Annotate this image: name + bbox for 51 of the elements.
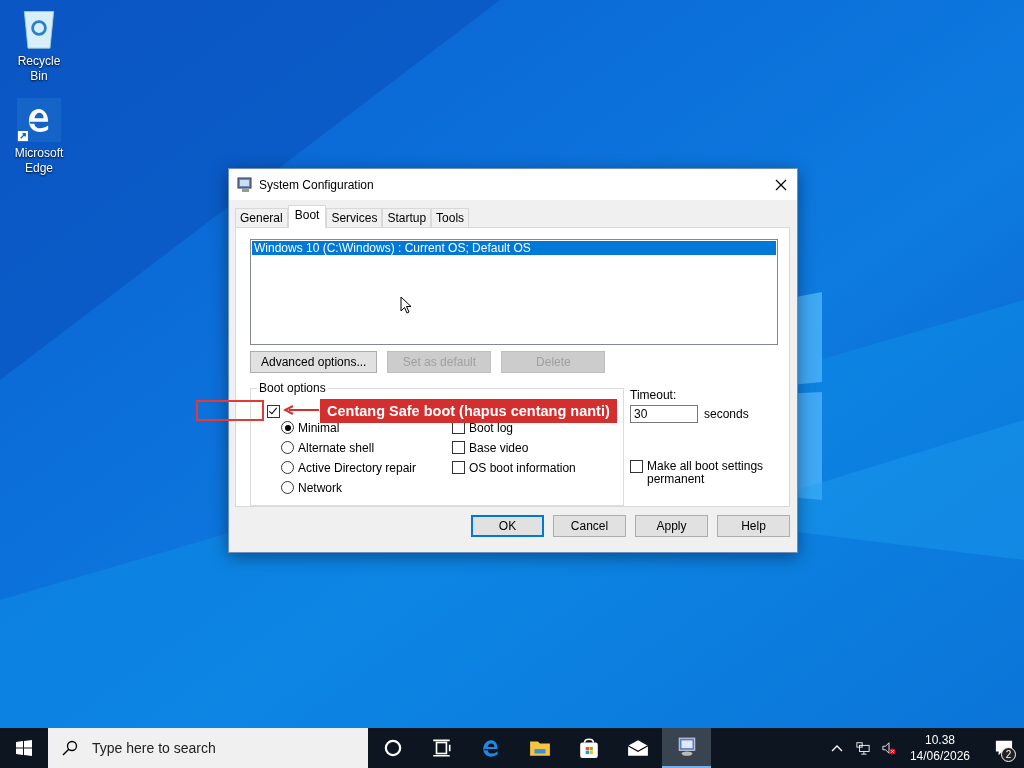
speaker-muted-icon[interactable]: [881, 741, 896, 755]
clock-date[interactable]: 14/06/2026: [909, 748, 970, 764]
checkbox-label[interactable]: Make all boot settings permanent: [647, 460, 767, 486]
radio-label[interactable]: Active Directory repair: [298, 460, 417, 475]
timeout-label: Timeout:: [630, 388, 678, 402]
highlight-rectangle: [196, 400, 264, 421]
window-title: System Configuration: [259, 177, 375, 192]
radio-button[interactable]: [281, 441, 294, 454]
checkbox-label[interactable]: Base video: [469, 440, 529, 455]
dialog-button[interactable]: Help: [717, 515, 790, 537]
shopping-bag-icon: [577, 737, 600, 759]
radio-button[interactable]: [281, 481, 294, 494]
tab[interactable]: Tools: [431, 208, 470, 227]
close-icon[interactable]: [775, 178, 787, 191]
desktop-icon-label[interactable]: Recycle Bin: [9, 54, 69, 84]
tab[interactable]: Boot: [287, 205, 327, 228]
mouse-pointer-icon: [400, 296, 412, 314]
checkbox[interactable]: [630, 460, 643, 473]
checkbox[interactable]: [452, 461, 465, 474]
search-field[interactable]: Type here to search: [48, 728, 368, 768]
list-button[interactable]: Advanced options...: [250, 351, 378, 373]
checkbox-label[interactable]: OS boot information: [469, 460, 576, 475]
annotation-callout: Centang Safe boot (hapus centang nanti): [320, 399, 617, 423]
boot-entry[interactable]: Windows 10 (C:\Windows) : Current OS; Default OS: [252, 241, 776, 255]
radio-button[interactable]: [281, 421, 294, 434]
taskbar-app[interactable]: [662, 728, 711, 768]
tab[interactable]: General: [235, 208, 288, 227]
monitor-icon: [237, 176, 253, 193]
checkbox[interactable]: [267, 404, 280, 418]
tab[interactable]: Startup: [382, 208, 432, 227]
desktop-icon-label[interactable]: Microsoft Edge: [9, 146, 69, 176]
group-label: Boot options: [257, 382, 328, 395]
search-icon: [62, 740, 78, 756]
notification-count: 2: [1001, 747, 1016, 762]
task-view-icon: [430, 737, 453, 759]
radio-label[interactable]: Network: [298, 480, 342, 495]
callout-arrow: [283, 405, 319, 415]
unit-label: seconds: [704, 407, 749, 421]
timeout-field[interactable]: 30: [630, 405, 698, 423]
clock-time[interactable]: 10.38: [924, 732, 955, 748]
dialog-button[interactable]: Apply: [635, 515, 708, 537]
network-icon[interactable]: [855, 741, 870, 755]
checkbox[interactable]: [452, 441, 465, 454]
checkbox-label[interactable]: Boot log: [469, 420, 514, 435]
radio-label[interactable]: Alternate shell: [298, 440, 375, 455]
radio-button[interactable]: [281, 461, 294, 474]
dialog-button[interactable]: Cancel: [553, 515, 626, 537]
edge-icon[interactable]: [17, 98, 61, 142]
dialog-button[interactable]: OK: [471, 515, 544, 537]
radio-label[interactable]: Minimal: [298, 420, 340, 435]
tab[interactable]: Services: [326, 208, 383, 227]
